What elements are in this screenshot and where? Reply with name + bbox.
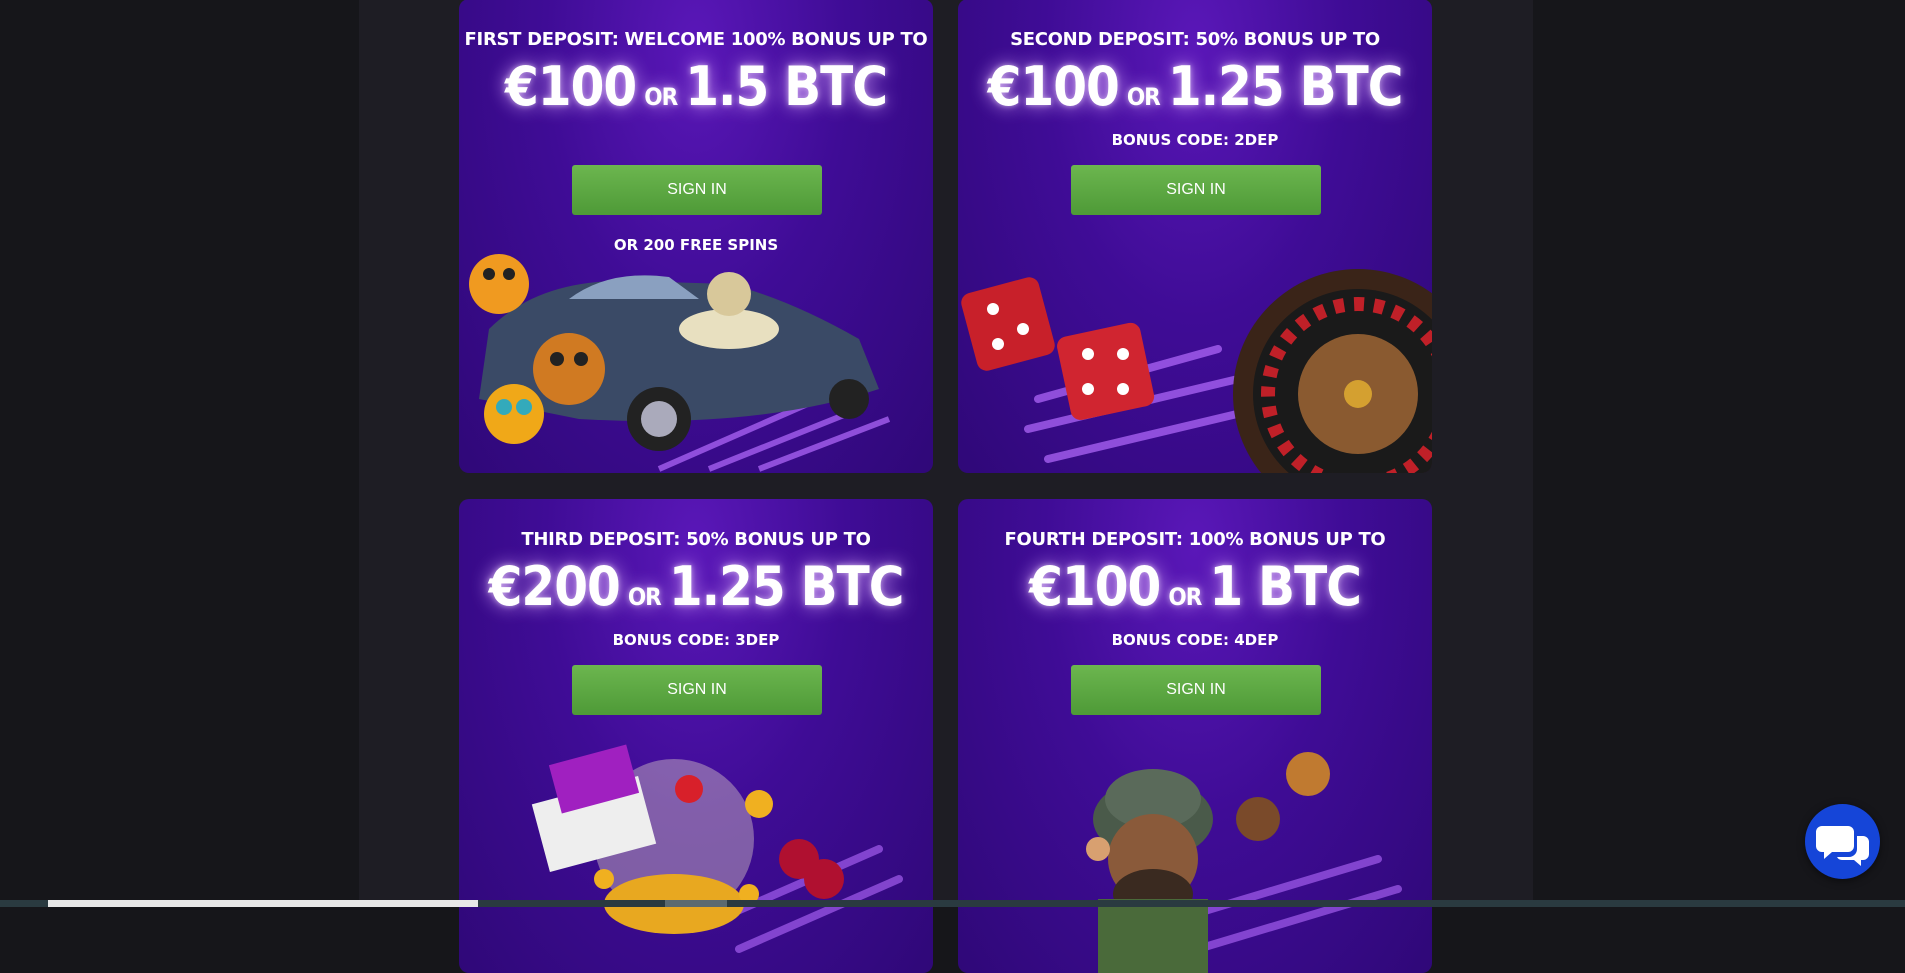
promo-amount-crypto: 1.25 BTC (1167, 55, 1404, 118)
promo-card-first-deposit: FIRST DEPOSIT: WELCOME 100% BONUS UP TO … (459, 0, 933, 473)
promo-amount-crypto: 1.5 BTC (685, 55, 888, 118)
promo-amount-fiat: €100 (505, 55, 637, 118)
scrollbar-track-segment (48, 900, 478, 907)
promo-amount-crypto: 1.25 BTC (668, 555, 905, 618)
promo-or-label: OR (644, 83, 678, 111)
promo-amount-fiat: €200 (488, 555, 621, 618)
bonus-code: BONUS CODE: 2DEP (1111, 131, 1279, 149)
bonus-code: BONUS CODE: 3DEP (612, 631, 780, 649)
promo-amount-fiat: €100 (1029, 555, 1161, 618)
sign-in-button[interactable]: SIGN IN (1071, 665, 1321, 715)
promo-amount-fiat: €100 (987, 55, 1120, 118)
sign-in-button[interactable]: SIGN IN (572, 165, 822, 215)
promo-amount: €100 OR 1.25 BTC (958, 55, 1432, 118)
promo-or-label: OR (1168, 583, 1202, 611)
promo-title: SECOND DEPOSIT: 50% BONUS UP TO (1010, 29, 1380, 50)
promo-or-label: OR (1126, 83, 1161, 111)
sign-in-button[interactable]: SIGN IN (572, 665, 822, 715)
scrollbar-thumb[interactable] (665, 900, 727, 907)
live-chat-button[interactable] (1805, 804, 1880, 879)
promo-card-second-deposit: SECOND DEPOSIT: 50% BONUS UP TO €100 OR 1.… (958, 0, 1432, 473)
chat-bubbles-icon (1816, 826, 1869, 866)
promo-title: FIRST DEPOSIT: WELCOME 100% BONUS UP TO (464, 29, 928, 50)
promo-amount: €100 OR 1.5 BTC (459, 55, 933, 118)
promo-title: FOURTH DEPOSIT: 100% BONUS UP TO (1004, 529, 1386, 550)
sign-in-button[interactable]: SIGN IN (1071, 165, 1321, 215)
bonus-code: BONUS CODE: 4DEP (1111, 631, 1279, 649)
promo-amount: €200 OR 1.25 BTC (459, 555, 933, 618)
free-spins-note: OR 200 FREE SPINS (613, 236, 779, 254)
horizontal-scrollbar[interactable] (0, 900, 1905, 907)
promo-amount: €100 OR 1 BTC (958, 555, 1432, 618)
promo-title: THIRD DEPOSIT: 50% BONUS UP TO (521, 529, 871, 550)
promo-amount-crypto: 1 BTC (1209, 555, 1362, 618)
promo-or-label: OR (627, 583, 662, 611)
